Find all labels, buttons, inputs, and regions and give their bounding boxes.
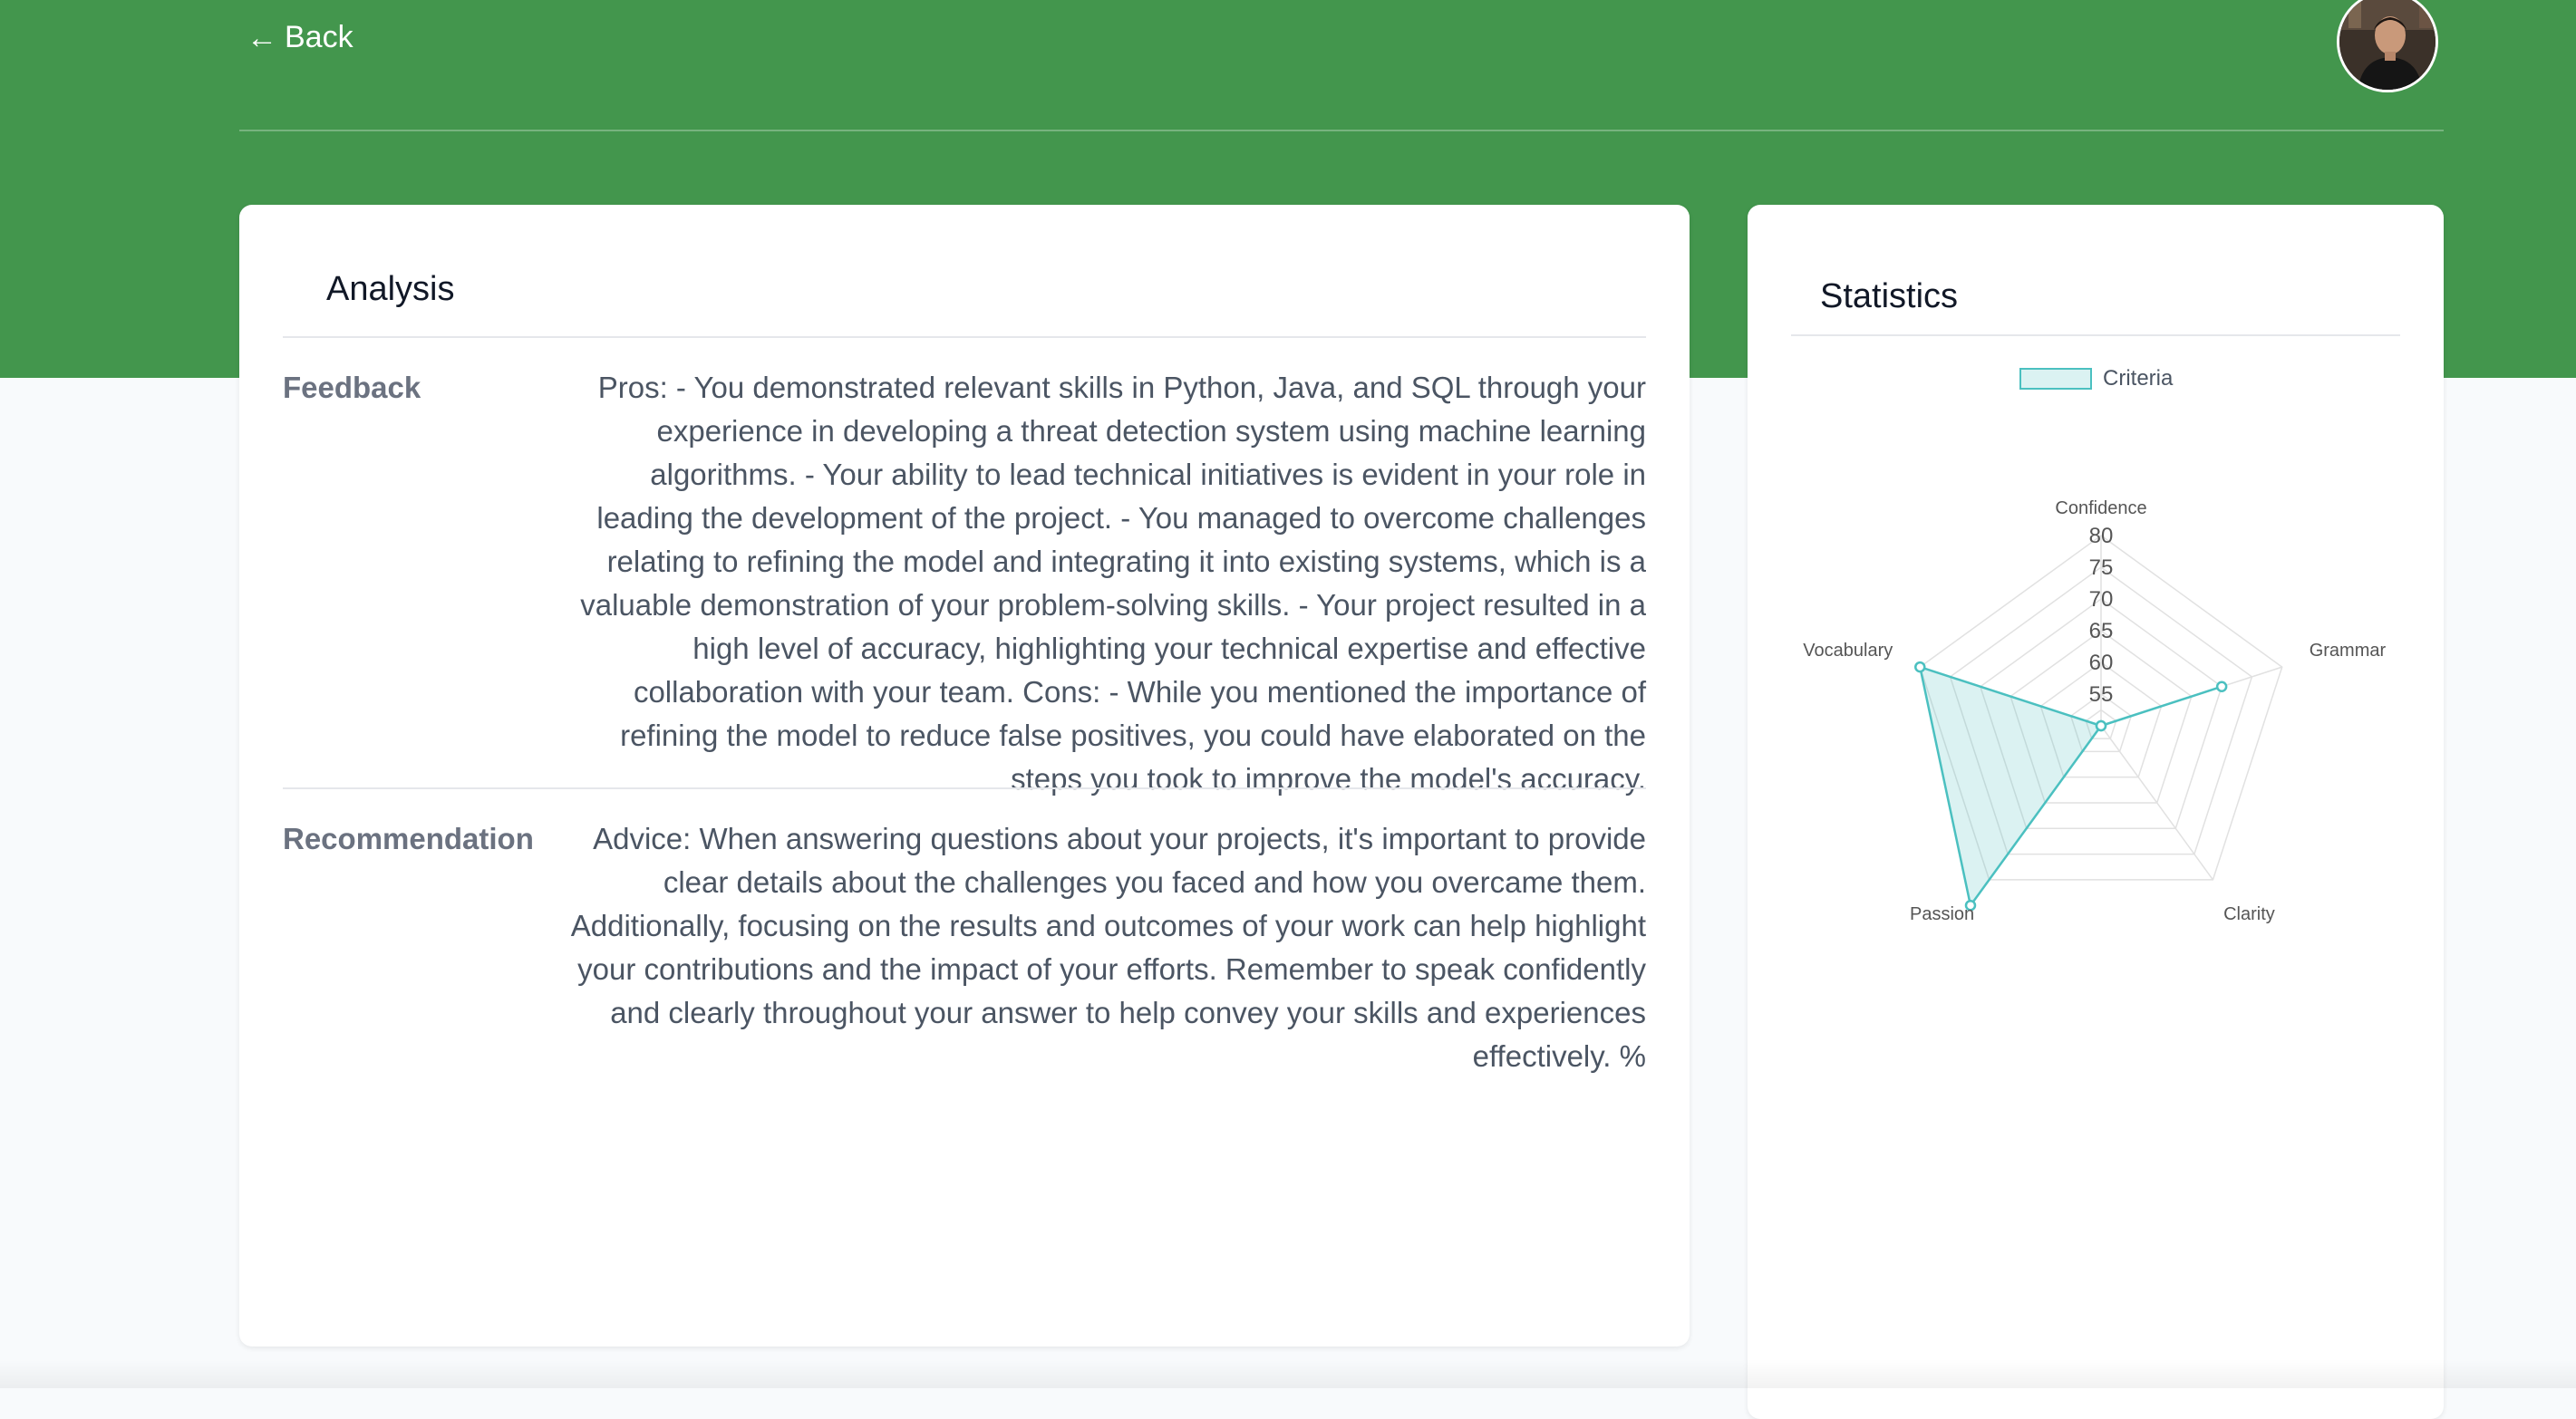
recommendation-section: Recommendation Advice: When answering qu… bbox=[283, 817, 1646, 1078]
statistics-title: Statistics bbox=[1820, 277, 1959, 315]
back-link[interactable]: ← Back bbox=[247, 20, 353, 55]
feedback-section: Feedback Pros: - You demonstrated releva… bbox=[283, 366, 1646, 801]
radar-category-label-confidence: Confidence bbox=[2055, 498, 2146, 518]
legend-label: Criteria bbox=[2103, 366, 2174, 391]
radar-tick-label: 60 bbox=[2089, 651, 2114, 675]
back-label: Back bbox=[285, 20, 353, 54]
statistics-divider bbox=[1791, 334, 2400, 336]
radar-series-area bbox=[1918, 665, 2223, 909]
radar-tick-label: 55 bbox=[2089, 682, 2114, 707]
feedback-text: Pros: - You demonstrated relevant skills… bbox=[580, 371, 1646, 796]
radar-tick-label: 80 bbox=[2089, 524, 2114, 548]
radar-category-label-grammar: Grammar bbox=[2310, 641, 2387, 661]
legend-swatch bbox=[2019, 368, 2092, 390]
radar-category-label-clarity: Clarity bbox=[2223, 904, 2275, 924]
bottom-shade bbox=[0, 1359, 2576, 1388]
chart-legend[interactable]: Criteria bbox=[2019, 366, 2173, 391]
radar-tick-label: 75 bbox=[2089, 555, 2114, 580]
radar-point-clarity bbox=[2095, 719, 2107, 732]
section-divider bbox=[283, 787, 1646, 789]
analysis-card: Analysis Feedback Pros: - You demonstrat… bbox=[239, 205, 1690, 1347]
recommendation-text: Advice: When answering questions about y… bbox=[570, 822, 1646, 1073]
radar-category-label-vocabulary: Vocabulary bbox=[1803, 641, 1893, 661]
analysis-title: Analysis bbox=[326, 270, 455, 308]
arrow-left-icon: ← bbox=[247, 20, 277, 55]
header-divider bbox=[239, 130, 2444, 131]
radar-tick-label: 65 bbox=[2089, 619, 2114, 643]
radar-point-grammar bbox=[2215, 681, 2228, 692]
analysis-divider bbox=[283, 336, 1646, 338]
radar-category-label-passion: Passion bbox=[1910, 904, 1974, 924]
radar-point-vocabulary bbox=[1914, 661, 1926, 673]
statistics-card: Statistics Criteria 55 60 65 70 75 80 Confiden… bbox=[1748, 205, 2444, 1419]
radar-chart: 55 60 65 70 75 80 Confidence Grammar Clarity Pass… bbox=[1803, 498, 2387, 924]
feedback-label: Feedback bbox=[283, 371, 421, 404]
recommendation-label: Recommendation bbox=[283, 822, 534, 855]
radar-tick-label: 70 bbox=[2089, 587, 2114, 612]
